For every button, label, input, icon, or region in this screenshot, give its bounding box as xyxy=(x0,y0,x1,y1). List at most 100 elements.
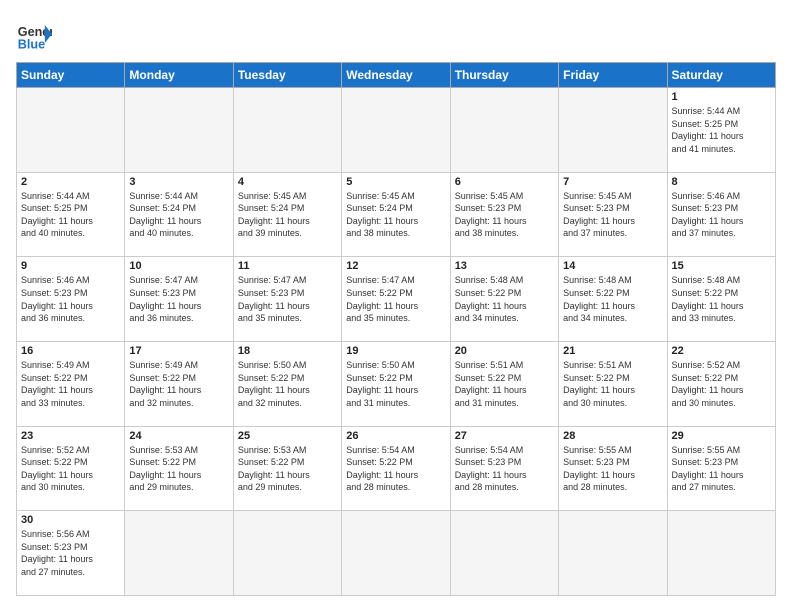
svg-text:Blue: Blue xyxy=(18,37,45,51)
logo: General Blue xyxy=(16,16,52,52)
calendar-day: 17 Sunrise: 5:49 AM Sunset: 5:22 PM Dayli… xyxy=(125,341,233,426)
calendar-day xyxy=(17,88,125,173)
calendar-day: 2Sunrise: 5:44 AM Sunset: 5:25 PM Daylig… xyxy=(17,172,125,257)
day-number: 13 xyxy=(455,260,554,272)
calendar-day xyxy=(450,511,558,596)
calendar-day: 22Sunrise: 5:52 AM Sunset: 5:22 PM Dayli… xyxy=(667,341,775,426)
calendar-day xyxy=(559,511,667,596)
weekday-header-tuesday: Tuesday xyxy=(233,63,341,88)
weekday-header-thursday: Thursday xyxy=(450,63,558,88)
day-number: 9 xyxy=(21,260,120,272)
calendar-body: 1 Sunrise: 5:44 AM Sunset: 5:25 PM Daylig… xyxy=(17,88,776,596)
header: General Blue xyxy=(16,16,776,52)
day-info: Sunrise: 5:46 AM Sunset: 5:23 PM Dayligh… xyxy=(672,190,771,240)
day-number: 15 xyxy=(672,260,771,272)
calendar-day: 24 Sunrise: 5:53 AM Sunset: 5:22 PM Dayli… xyxy=(125,426,233,511)
day-info: Sunrise: 5:49 AM Sunset: 5:22 PM Dayligh… xyxy=(21,359,120,409)
calendar-week-4: 16 Sunrise: 5:49 AM Sunset: 5:22 PM Dayli… xyxy=(17,341,776,426)
calendar-day: 26Sunrise: 5:54 AM Sunset: 5:22 PM Dayli… xyxy=(342,426,450,511)
day-info: Sunrise: 5:51 AM Sunset: 5:22 PM Dayligh… xyxy=(455,359,554,409)
day-info: Sunrise: 5:45 AM Sunset: 5:23 PM Dayligh… xyxy=(563,190,662,240)
calendar-week-3: 9Sunrise: 5:46 AM Sunset: 5:23 PM Daylig… xyxy=(17,257,776,342)
calendar-day: 13 Sunrise: 5:48 AM Sunset: 5:22 PM Dayli… xyxy=(450,257,558,342)
day-info: Sunrise: 5:50 AM Sunset: 5:22 PM Dayligh… xyxy=(238,359,337,409)
calendar-week-5: 23 Sunrise: 5:52 AM Sunset: 5:22 PM Dayli… xyxy=(17,426,776,511)
day-number: 20 xyxy=(455,345,554,357)
day-info: Sunrise: 5:44 AM Sunset: 5:24 PM Dayligh… xyxy=(129,190,228,240)
calendar-week-1: 1 Sunrise: 5:44 AM Sunset: 5:25 PM Daylig… xyxy=(17,88,776,173)
day-number: 10 xyxy=(129,260,228,272)
day-info: Sunrise: 5:54 AM Sunset: 5:22 PM Dayligh… xyxy=(346,444,445,494)
day-number: 18 xyxy=(238,345,337,357)
day-info: Sunrise: 5:51 AM Sunset: 5:22 PM Dayligh… xyxy=(563,359,662,409)
day-info: Sunrise: 5:48 AM Sunset: 5:22 PM Dayligh… xyxy=(455,274,554,324)
weekday-header-row: SundayMondayTuesdayWednesdayThursdayFrid… xyxy=(17,63,776,88)
day-number: 3 xyxy=(129,176,228,188)
day-info: Sunrise: 5:52 AM Sunset: 5:22 PM Dayligh… xyxy=(21,444,120,494)
calendar-day: 23 Sunrise: 5:52 AM Sunset: 5:22 PM Dayli… xyxy=(17,426,125,511)
weekday-header-saturday: Saturday xyxy=(667,63,775,88)
calendar-day: 16 Sunrise: 5:49 AM Sunset: 5:22 PM Dayli… xyxy=(17,341,125,426)
calendar-day: 5 Sunrise: 5:45 AM Sunset: 5:24 PM Daylig… xyxy=(342,172,450,257)
calendar-day xyxy=(559,88,667,173)
calendar-day: 8 Sunrise: 5:46 AM Sunset: 5:23 PM Daylig… xyxy=(667,172,775,257)
day-number: 1 xyxy=(672,91,771,103)
day-number: 12 xyxy=(346,260,445,272)
day-number: 21 xyxy=(563,345,662,357)
calendar-day xyxy=(233,511,341,596)
calendar-day xyxy=(342,88,450,173)
calendar-day: 21 Sunrise: 5:51 AM Sunset: 5:22 PM Dayli… xyxy=(559,341,667,426)
calendar-day: 27 Sunrise: 5:54 AM Sunset: 5:23 PM Dayli… xyxy=(450,426,558,511)
day-number: 8 xyxy=(672,176,771,188)
calendar-day: 12Sunrise: 5:47 AM Sunset: 5:22 PM Dayli… xyxy=(342,257,450,342)
day-info: Sunrise: 5:55 AM Sunset: 5:23 PM Dayligh… xyxy=(672,444,771,494)
day-number: 28 xyxy=(563,430,662,442)
calendar-day: 6Sunrise: 5:45 AM Sunset: 5:23 PM Daylig… xyxy=(450,172,558,257)
day-info: Sunrise: 5:45 AM Sunset: 5:23 PM Dayligh… xyxy=(455,190,554,240)
calendar-day: 9Sunrise: 5:46 AM Sunset: 5:23 PM Daylig… xyxy=(17,257,125,342)
day-number: 2 xyxy=(21,176,120,188)
day-info: Sunrise: 5:54 AM Sunset: 5:23 PM Dayligh… xyxy=(455,444,554,494)
day-number: 17 xyxy=(129,345,228,357)
day-number: 24 xyxy=(129,430,228,442)
calendar-day: 20 Sunrise: 5:51 AM Sunset: 5:22 PM Dayli… xyxy=(450,341,558,426)
calendar-day: 30 Sunrise: 5:56 AM Sunset: 5:23 PM Dayli… xyxy=(17,511,125,596)
day-number: 11 xyxy=(238,260,337,272)
weekday-header-monday: Monday xyxy=(125,63,233,88)
calendar-day xyxy=(233,88,341,173)
calendar-day: 4 Sunrise: 5:45 AM Sunset: 5:24 PM Daylig… xyxy=(233,172,341,257)
day-number: 30 xyxy=(21,514,120,526)
day-info: Sunrise: 5:48 AM Sunset: 5:22 PM Dayligh… xyxy=(563,274,662,324)
day-info: Sunrise: 5:52 AM Sunset: 5:22 PM Dayligh… xyxy=(672,359,771,409)
day-info: Sunrise: 5:48 AM Sunset: 5:22 PM Dayligh… xyxy=(672,274,771,324)
day-number: 16 xyxy=(21,345,120,357)
day-number: 25 xyxy=(238,430,337,442)
day-info: Sunrise: 5:44 AM Sunset: 5:25 PM Dayligh… xyxy=(672,105,771,155)
day-number: 23 xyxy=(21,430,120,442)
day-info: Sunrise: 5:50 AM Sunset: 5:22 PM Dayligh… xyxy=(346,359,445,409)
weekday-header-wednesday: Wednesday xyxy=(342,63,450,88)
calendar-day: 15 Sunrise: 5:48 AM Sunset: 5:22 PM Dayli… xyxy=(667,257,775,342)
day-info: Sunrise: 5:47 AM Sunset: 5:23 PM Dayligh… xyxy=(129,274,228,324)
calendar-day: 7Sunrise: 5:45 AM Sunset: 5:23 PM Daylig… xyxy=(559,172,667,257)
day-info: Sunrise: 5:45 AM Sunset: 5:24 PM Dayligh… xyxy=(346,190,445,240)
calendar-day xyxy=(342,511,450,596)
calendar-week-6: 30 Sunrise: 5:56 AM Sunset: 5:23 PM Dayli… xyxy=(17,511,776,596)
day-info: Sunrise: 5:45 AM Sunset: 5:24 PM Dayligh… xyxy=(238,190,337,240)
day-number: 27 xyxy=(455,430,554,442)
day-number: 4 xyxy=(238,176,337,188)
day-info: Sunrise: 5:53 AM Sunset: 5:22 PM Dayligh… xyxy=(129,444,228,494)
logo-icon: General Blue xyxy=(16,16,52,52)
day-info: Sunrise: 5:55 AM Sunset: 5:23 PM Dayligh… xyxy=(563,444,662,494)
day-number: 19 xyxy=(346,345,445,357)
calendar-day: 29 Sunrise: 5:55 AM Sunset: 5:23 PM Dayli… xyxy=(667,426,775,511)
day-number: 29 xyxy=(672,430,771,442)
day-number: 14 xyxy=(563,260,662,272)
day-number: 5 xyxy=(346,176,445,188)
calendar-week-2: 2Sunrise: 5:44 AM Sunset: 5:25 PM Daylig… xyxy=(17,172,776,257)
calendar-day: 3 Sunrise: 5:44 AM Sunset: 5:24 PM Daylig… xyxy=(125,172,233,257)
day-info: Sunrise: 5:49 AM Sunset: 5:22 PM Dayligh… xyxy=(129,359,228,409)
calendar-day xyxy=(667,511,775,596)
day-info: Sunrise: 5:56 AM Sunset: 5:23 PM Dayligh… xyxy=(21,528,120,578)
calendar-day xyxy=(450,88,558,173)
